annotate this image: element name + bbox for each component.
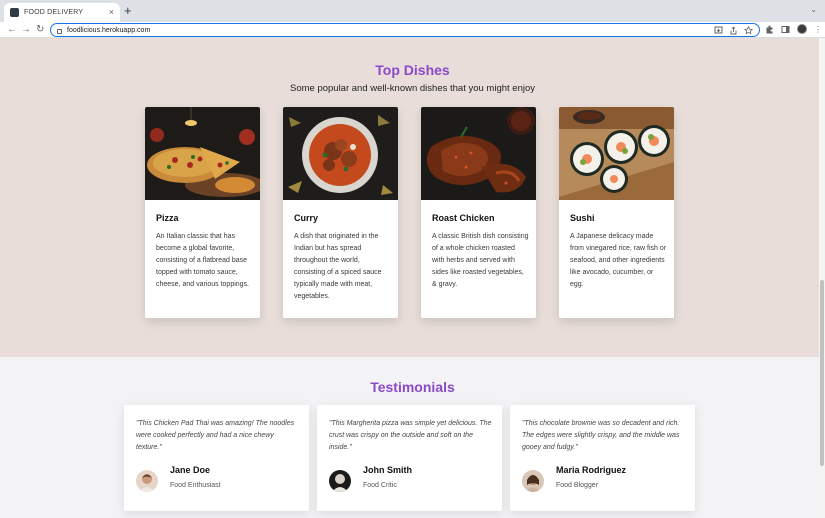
- tab-close-icon[interactable]: ×: [109, 8, 114, 17]
- dish-title: Roast Chicken: [432, 213, 495, 223]
- forward-icon[interactable]: →: [21, 23, 31, 37]
- lock-icon: [57, 28, 62, 34]
- testimonial-name: John Smith: [363, 465, 412, 475]
- favicon-icon: [10, 8, 19, 17]
- dish-title: Sushi: [570, 213, 595, 223]
- avatar: [329, 470, 351, 492]
- testimonials-section: Testimonials "This Chicken Pad Thai was …: [0, 357, 825, 518]
- page-scrollbar[interactable]: [819, 38, 825, 518]
- dish-title: Pizza: [156, 213, 179, 223]
- back-icon[interactable]: ←: [7, 23, 17, 37]
- browser-tab[interactable]: FOOD DELIVERY ×: [4, 3, 120, 22]
- dish-description: A dish that originated in the Indian but…: [294, 233, 382, 300]
- testimonial-card: "This Chicken Pad Thai was amazing! The …: [124, 405, 309, 511]
- page-viewport: Top Dishes Some popular and well-known d…: [0, 38, 825, 518]
- browser-menu-icon[interactable]: ⋮: [814, 25, 822, 34]
- sushi-image: [559, 107, 674, 200]
- testimonial-name: Jane Doe: [170, 465, 211, 475]
- dish-card-roast-chicken[interactable]: Roast Chicken A classic British dish con…: [421, 107, 536, 318]
- tab-search-icon[interactable]: ⌄: [810, 5, 817, 14]
- avatar: [522, 470, 544, 492]
- tab-title: FOOD DELIVERY: [24, 9, 84, 16]
- testimonial-role: Food Blogger: [556, 482, 599, 489]
- bookmark-star-icon[interactable]: [744, 26, 753, 35]
- url-text[interactable]: foodlicious.herokuapp.com: [67, 27, 150, 34]
- testimonial-quote: "This chocolate brownie was so decadent …: [522, 420, 680, 451]
- reload-icon[interactable]: ↻: [36, 23, 44, 37]
- side-panel-icon[interactable]: [781, 25, 790, 34]
- profile-avatar[interactable]: [797, 24, 807, 34]
- extensions-icon[interactable]: [765, 25, 774, 34]
- testimonial-quote: "This Chicken Pad Thai was amazing! The …: [136, 420, 295, 451]
- dish-card-sushi[interactable]: Sushi A Japanese delicacy made from vine…: [559, 107, 674, 318]
- roast-chicken-image: [421, 107, 536, 200]
- browser-toolbar: ← → ↻ foodlicious.herokuapp.com ⋮: [0, 22, 825, 38]
- new-tab-button[interactable]: +: [124, 4, 132, 17]
- top-dishes-title: Top Dishes: [375, 62, 450, 78]
- dish-card-pizza[interactable]: Pizza An Italian classic that has become…: [145, 107, 260, 318]
- install-app-icon[interactable]: [714, 26, 723, 35]
- testimonials-title: Testimonials: [370, 379, 455, 395]
- dish-card-curry[interactable]: Curry A dish that originated in the Indi…: [283, 107, 398, 318]
- testimonial-quote: "This Margherita pizza was simple yet de…: [329, 420, 492, 451]
- avatar: [136, 470, 158, 492]
- dish-description: An Italian classic that has become a glo…: [156, 233, 250, 288]
- address-bar[interactable]: foodlicious.herokuapp.com: [50, 23, 760, 37]
- testimonial-name: Maria Rodriguez: [556, 465, 627, 475]
- share-icon[interactable]: [729, 26, 738, 35]
- dish-description: A classic British dish consisting of a w…: [432, 233, 529, 288]
- top-dishes-subtitle: Some popular and well-known dishes that …: [289, 83, 536, 94]
- dish-title: Curry: [294, 213, 319, 223]
- testimonial-card: "This chocolate brownie was so decadent …: [510, 405, 695, 511]
- pizza-image: [145, 107, 260, 200]
- scrollbar-thumb[interactable]: [820, 280, 824, 466]
- browser-tab-bar: FOOD DELIVERY × + ⌄: [0, 0, 825, 22]
- top-dishes-section: Top Dishes Some popular and well-known d…: [0, 38, 825, 357]
- dish-description: A Japanese delicacy made from vinegared …: [570, 233, 667, 288]
- testimonial-role: Food Enthusiast: [170, 482, 221, 489]
- testimonial-role: Food Critic: [363, 482, 397, 489]
- curry-image: [283, 107, 398, 200]
- testimonial-card: "This Margherita pizza was simple yet de…: [317, 405, 502, 511]
